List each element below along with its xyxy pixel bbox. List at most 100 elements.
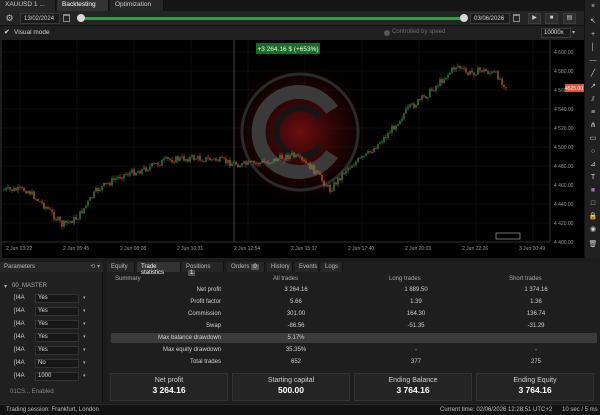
play-button[interactable]: ▶ <box>528 13 541 24</box>
candle-body <box>7 187 9 189</box>
chevron-down-icon[interactable]: ▾ <box>83 308 86 314</box>
candle-body <box>179 157 181 161</box>
range-start-handle[interactable] <box>77 14 85 22</box>
candle-body <box>65 220 67 223</box>
chevron-down-icon[interactable]: ▾ <box>83 360 86 366</box>
close-icon[interactable]: × <box>588 2 598 12</box>
color-square-icon[interactable]: ■ <box>588 186 598 196</box>
candle-body <box>223 157 225 159</box>
fibonacci-icon[interactable]: ≡ <box>588 108 598 118</box>
trash-icon[interactable]: 🗑 <box>588 240 598 250</box>
candle-body <box>107 182 109 184</box>
candle-body <box>383 136 385 143</box>
chevron-down-icon[interactable]: ▾ <box>572 29 575 36</box>
candlestick-chart[interactable]: 4 600.004 580.004 560.004 540.004 520.00… <box>2 40 584 258</box>
crosshair-icon[interactable]: + <box>588 30 598 40</box>
end-date-field[interactable]: 03/06/2026 <box>470 13 510 24</box>
stats-tab-label: Orders <box>231 264 250 270</box>
calendar-icon[interactable] <box>513 14 520 22</box>
pitchfork-icon[interactable]: ⋔ <box>588 121 598 131</box>
table-row: Max balance drawdown 5.17% <box>111 333 597 343</box>
calendar-icon[interactable] <box>63 14 70 22</box>
ray-icon[interactable]: ↗ <box>588 82 598 92</box>
price-tick: 4 540.00 <box>554 107 574 113</box>
candle-body <box>171 159 173 163</box>
channel-icon[interactable]: ⫽ <box>588 95 598 105</box>
stats-tab[interactable]: Equity <box>107 262 135 272</box>
rectangle-icon[interactable]: ▭ <box>588 134 598 144</box>
circle-icon[interactable]: ○ <box>588 147 598 157</box>
drawing-toolbar: × ↖ + │ — ╱ ↗ ⫽ ≡ ⋔ ▭ ○ ⊿ T ■ □ 🔒 ◉ 🗑 <box>584 0 600 262</box>
candle-body <box>455 67 457 70</box>
parameter-value-select[interactable]: No <box>35 359 79 368</box>
price-tick: 4 580.00 <box>554 69 574 75</box>
window-tabbar: XAUUSD 1 ... Backtesting Optimization <box>0 0 600 11</box>
parameter-value-select[interactable]: Yes <box>35 294 79 303</box>
horizontal-line-icon[interactable]: — <box>588 56 598 66</box>
start-date-field[interactable]: 13/02/2024 <box>20 13 60 24</box>
speed-radio[interactable] <box>384 30 390 36</box>
ruler-icon[interactable]: ⊿ <box>588 160 598 170</box>
candle-body <box>61 220 63 227</box>
timing-text: 10 sec / 5 ms <box>562 407 598 413</box>
tab-optimization[interactable]: Optimization <box>110 0 164 11</box>
visual-mode-checkbox[interactable]: ✔ <box>4 29 12 37</box>
stats-tab[interactable]: Positions1 <box>182 262 224 276</box>
collapse-icon[interactable]: ▾ <box>4 283 7 290</box>
eye-icon[interactable]: ◉ <box>588 225 598 235</box>
speed-label: Controlled by speed <box>392 29 446 35</box>
chevron-down-icon[interactable]: ▾ <box>83 334 86 340</box>
tab-backtesting[interactable]: Backtesting <box>57 0 109 11</box>
stats-tab[interactable]: Logs <box>321 262 343 272</box>
candle-body <box>465 68 467 73</box>
stats-tab[interactable]: History <box>267 262 293 272</box>
candle-body <box>261 160 263 163</box>
tab-chart[interactable]: XAUUSD 1 ... <box>0 0 56 11</box>
report-button[interactable]: ▤ <box>563 13 576 24</box>
stats-tab[interactable]: Trade statistics <box>137 262 181 276</box>
candle-body <box>165 157 167 159</box>
stats-tab[interactable]: Orders 0 <box>227 262 265 272</box>
current-price-label: 4525.00 <box>565 86 583 92</box>
speed-select[interactable]: 10000x <box>541 28 571 38</box>
stats-tab[interactable]: Events <box>295 262 319 272</box>
parameter-value-select[interactable]: Yes <box>35 307 79 316</box>
square-icon[interactable]: □ <box>588 199 598 209</box>
chevron-down-icon[interactable]: ▾ <box>83 373 86 379</box>
row-label: Profit factor <box>190 299 221 305</box>
chevron-down-icon[interactable]: ▾ <box>83 321 86 327</box>
time-tick: 2 Jun 05:45 <box>63 246 89 252</box>
candle-body <box>325 185 327 187</box>
parameter-value-select[interactable]: Yes <box>35 320 79 329</box>
candle-body <box>37 198 39 201</box>
text-icon[interactable]: T <box>588 173 598 183</box>
candle-body <box>385 136 387 138</box>
candle-body <box>43 202 45 209</box>
candle-body <box>321 174 323 181</box>
stop-button[interactable]: ■ <box>545 13 558 24</box>
parameter-value-select[interactable]: Yes <box>35 333 79 342</box>
cell-long: - <box>415 347 417 353</box>
candle-body <box>413 103 415 108</box>
visual-options-bar: ✔ Visual mode Controlled by speed 10000x… <box>0 26 584 40</box>
parameter-value-select[interactable]: 1000 <box>35 372 79 381</box>
trend-line-icon[interactable]: ╱ <box>588 69 598 79</box>
range-slider-track[interactable] <box>80 17 464 20</box>
candle-body <box>211 159 213 161</box>
summary-card: Starting capital 500.00 <box>232 373 350 401</box>
stats-tab-badge: 0 <box>251 264 259 270</box>
candle-body <box>81 210 83 214</box>
parameter-value-select[interactable]: Yes <box>35 346 79 355</box>
candle-body <box>419 99 421 100</box>
col-long-trades: Long trades <box>389 276 421 282</box>
range-end-handle[interactable] <box>460 14 468 22</box>
cell-short: 136.74 <box>526 311 546 317</box>
lock-icon[interactable]: 🔒 <box>588 212 598 222</box>
vertical-line-icon[interactable]: │ <box>588 43 598 53</box>
chevron-down-icon[interactable]: ▾ <box>83 295 86 301</box>
gear-icon[interactable]: ⚙ <box>4 13 15 24</box>
cursor-icon[interactable]: ↖ <box>588 17 598 27</box>
panel-controls-icon[interactable]: ⟲ ▾ <box>90 263 100 270</box>
price-chart[interactable]: 4 600.00 4 580.00 4 560.00 4 540.00 4 520.00… <box>2 40 584 258</box>
chevron-down-icon[interactable]: ▾ <box>83 347 86 353</box>
